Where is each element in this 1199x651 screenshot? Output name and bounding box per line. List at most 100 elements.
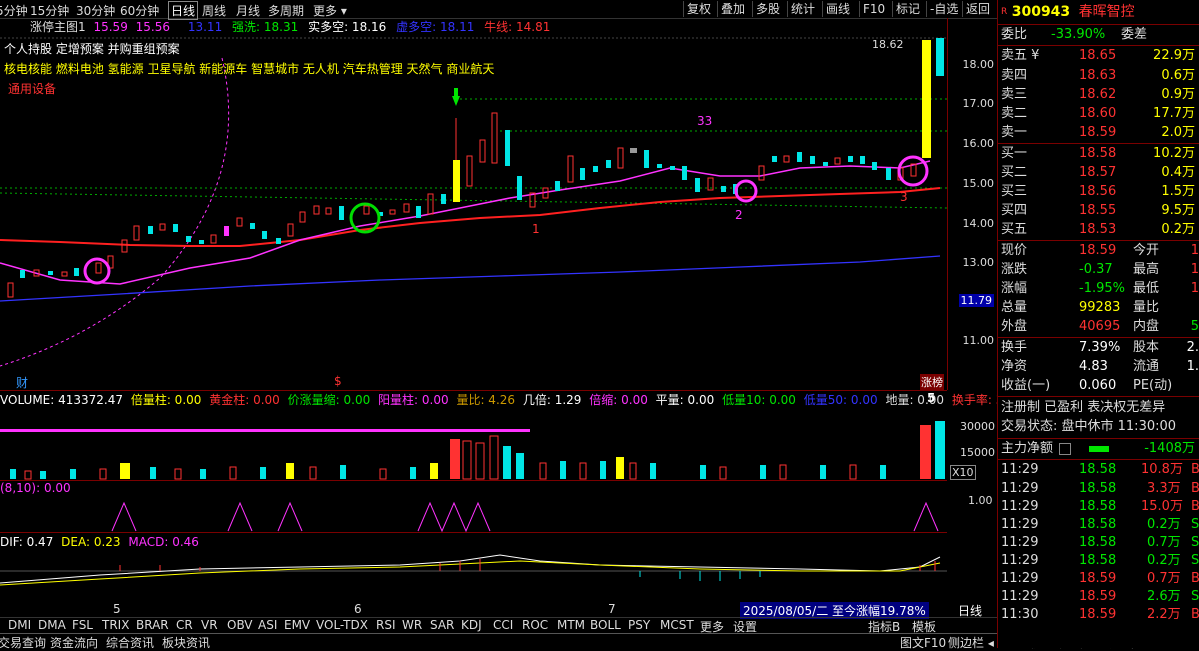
candlestick-chart[interactable]: 涨停主图1 15.59 15.56 13.11 强洗: 18.31 实多空: 1… [0, 18, 947, 390]
status-sector-news[interactable]: 板块资讯 [162, 634, 210, 651]
tab-psy[interactable]: PSY [628, 618, 650, 632]
tab-roc[interactable]: ROC [522, 618, 548, 632]
tick-dir: S [1191, 517, 1199, 532]
tick-row: 11:30 18.59 2.2万 B [1001, 605, 1199, 625]
bid-row[interactable]: 买二 18.57 0.4万 [1001, 163, 1199, 183]
bid-vol: 9.5万 [1161, 203, 1195, 218]
label-2: 2 [735, 208, 743, 222]
macd-panel[interactable]: DIF: 0.47 DEA: 0.23 MACD: 0.46 [0, 532, 947, 603]
tab-kdj[interactable]: KDJ [461, 618, 482, 632]
remove-watchlist-button[interactable]: -自选 [926, 1, 961, 17]
info-line: 注册制 已盈利 表决权无差异 [1001, 400, 1166, 415]
fund-value: 1. [1186, 359, 1199, 374]
f10-button[interactable]: F10 [859, 1, 888, 17]
legend-xuduokong: 虚多空: 18.11 [396, 20, 475, 34]
multi-stock-button[interactable]: 多股 [752, 1, 783, 17]
tab-trix[interactable]: TRIX [102, 618, 129, 632]
status-sidebar[interactable]: 侧边栏 ◂ [948, 634, 994, 651]
tab-5min[interactable]: 5分钟 [0, 2, 28, 19]
tab-brar[interactable]: BRAR [136, 618, 169, 632]
tick-row: 11:29 18.58 10.8万 B [1001, 460, 1199, 480]
bid-row[interactable]: 买一 18.58 10.2万 [1001, 144, 1199, 164]
tab-fsl[interactable]: FSL [72, 618, 93, 632]
tick-dir: S [1191, 589, 1199, 604]
tab-cr[interactable]: CR [176, 618, 193, 632]
marker-zhangbang[interactable]: 涨榜 [920, 374, 944, 390]
tab-asi[interactable]: ASI [258, 618, 277, 632]
tab-30min[interactable]: 30分钟 [76, 2, 115, 19]
tab-60min[interactable]: 60分钟 [120, 2, 159, 19]
back-button[interactable]: 返回 [962, 1, 993, 17]
status-f10[interactable]: 图文F10 [900, 634, 946, 651]
tab-mtm[interactable]: MTM [557, 618, 585, 632]
legend-v2: 15.56 [135, 20, 171, 34]
stats-button[interactable]: 统计 [787, 1, 818, 17]
x-month-6: 6 [354, 602, 362, 616]
tab-15min[interactable]: 15分钟 [30, 2, 69, 19]
tab-multi-period[interactable]: 多周期 [268, 2, 304, 19]
tab-emv[interactable]: EMV [284, 618, 310, 632]
ask-row[interactable]: 卖五 ¥ 18.65 22.9万 [1001, 46, 1199, 66]
tab-rsi[interactable]: RSI [376, 618, 396, 632]
quote-row: 涨幅 -1.95% 最低 1 [1001, 279, 1199, 299]
tick-row: 11:29 18.59 2.6万 S [1001, 587, 1199, 607]
fuquan-button[interactable]: 复权 [683, 1, 714, 17]
fund-label: 净资 [1001, 359, 1028, 374]
mark-button[interactable]: 标记 [892, 1, 923, 17]
bid-row[interactable]: 买三 18.56 1.5万 [1001, 182, 1199, 202]
bid-row[interactable]: 买五 18.53 0.2万 [1001, 220, 1199, 240]
tick-vol: 0.7万 [1147, 571, 1181, 586]
bid-row[interactable]: 买四 18.55 9.5万 [1001, 201, 1199, 221]
ask-row[interactable]: 卖三 18.62 0.9万 [1001, 85, 1199, 105]
overlay-button[interactable]: 叠加 [717, 1, 748, 17]
tick-dir: B [1191, 607, 1199, 622]
ask-row[interactable]: 卖四 18.63 0.6万 [1001, 66, 1199, 86]
price-tick: 15.00 [962, 177, 995, 190]
bid-price: 18.53 [1079, 222, 1117, 237]
marker-s[interactable]: $ [334, 374, 342, 388]
indicator-panel[interactable]: (8,10): 0.00 [0, 480, 947, 533]
draw-line-button[interactable]: 画线 [822, 1, 853, 17]
status-news[interactable]: 综合资讯 [106, 634, 154, 651]
vol-tick-30000: 30000 [960, 420, 995, 433]
tick-time: 11:29 [1001, 517, 1039, 532]
ask-row[interactable]: 卖一 18.59 2.0万 [1001, 123, 1199, 143]
tab-dma[interactable]: DMA [38, 618, 66, 632]
ask-vol: 22.9万 [1153, 48, 1195, 63]
tab-obv[interactable]: OBV [227, 618, 253, 632]
tab-vol-tdx[interactable]: VOL-TDX [316, 618, 368, 632]
tick-dir: B [1191, 499, 1199, 514]
tick-vol: 15.0万 [1141, 499, 1183, 514]
tab-monthly[interactable]: 月线 [236, 2, 260, 19]
tab-more[interactable]: 更多 ▾ [313, 2, 347, 19]
fund-row: 换手 7.39% 股本 2. [1001, 338, 1199, 358]
status-trade-query[interactable]: 交易查询 [0, 634, 46, 651]
tick-vol: 0.2万 [1147, 517, 1181, 532]
stock-code: 300943 [1011, 4, 1071, 20]
ask-row[interactable]: 卖二 18.60 17.7万 [1001, 104, 1199, 124]
status-fund-flow[interactable]: 资金流向 [50, 634, 98, 651]
tab-weekly[interactable]: 周线 [202, 2, 226, 19]
main-flow-row: 主力净额 -1408万 [1001, 439, 1199, 459]
vol-x10[interactable]: X10 [950, 465, 976, 480]
tab-sar[interactable]: SAR [430, 618, 454, 632]
quote-label: 现价 [1001, 243, 1028, 258]
tab-boll[interactable]: BOLL [590, 618, 621, 632]
fund-label: 收益(一) [1001, 378, 1051, 393]
quote-label: 今开 [1133, 243, 1160, 258]
main-flow-label: 主力净额 [1001, 441, 1054, 456]
tick-price: 18.58 [1079, 553, 1117, 568]
legend-bar: 涨停主图1 15.59 15.56 13.11 强洗: 18.31 实多空: 1… [30, 18, 550, 35]
tab-wr[interactable]: WR [402, 618, 422, 632]
tab-cci[interactable]: CCI [493, 618, 513, 632]
volume-panel[interactable]: VOLUME: 413372.47 倍量柱: 0.00 黄金柱: 0.00 价涨… [0, 390, 1030, 481]
tab-dmi[interactable]: DMI [8, 618, 31, 632]
price-tick: 13.00 [962, 256, 995, 269]
quote-value: 18.59 [1079, 243, 1117, 258]
marker-cai[interactable]: 财 [16, 374, 28, 391]
tab-mcst[interactable]: MCST [660, 618, 694, 632]
tab-vr[interactable]: VR [201, 618, 218, 632]
quote-value: -0.37 [1079, 262, 1113, 277]
list-icon[interactable] [1059, 442, 1072, 455]
weibi-label: 委比 [1001, 27, 1028, 42]
